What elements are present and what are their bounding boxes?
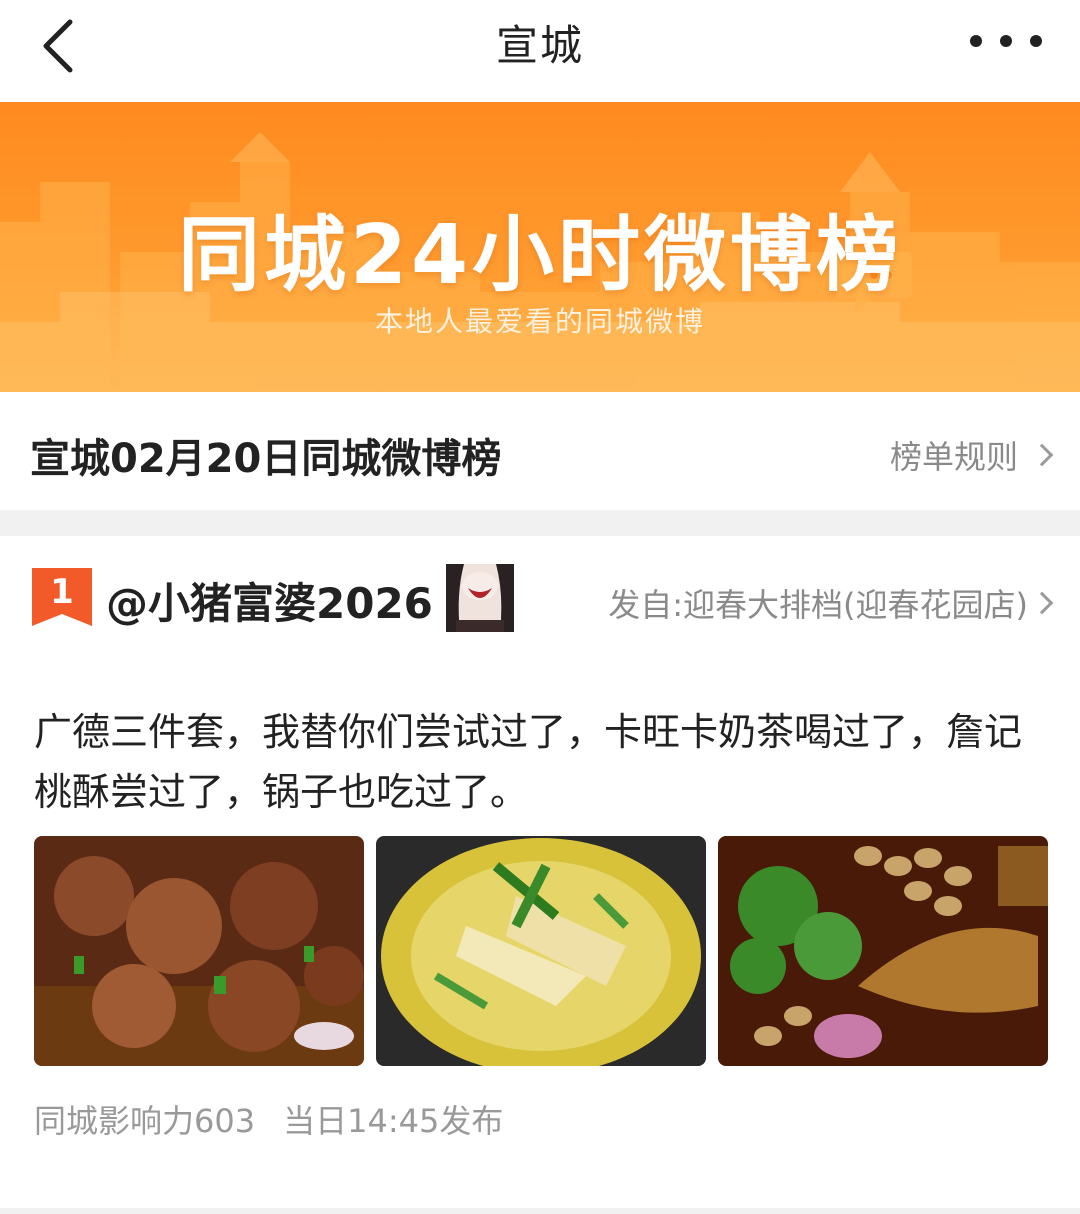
rank-number: 1 [50,572,74,612]
section-title: 宣城02月20日同城微博榜 [30,436,502,482]
chevron-right-icon [1030,591,1054,615]
post-text[interactable]: 广德三件套，我替你们尝试过了，卡旺卡奶茶喝过了，詹记桃酥尝过了，锅子也吃过了。 [34,702,1054,822]
post-meta: 同城影响力603 当日14:45发布 [34,1096,503,1142]
location-label: 发自:迎春大排档(迎春花园店) [608,586,1028,624]
publish-time: 当日14:45发布 [283,1102,504,1140]
top-nav-bar: 宣城 [0,0,1080,102]
username-link[interactable]: @小猪富婆2026 [106,570,433,631]
rank-badge: 1 [30,566,94,630]
chevron-right-icon [1030,443,1054,467]
avatar[interactable] [446,564,514,632]
page-title: 宣城 [495,21,584,70]
rules-link[interactable]: 榜单规则 [889,432,1054,478]
banner-subtitle: 本地人最爱看的同城微博 [374,305,705,338]
ranking-banner: 同城24小时微博榜 本地人最爱看的同城微博 [0,102,1080,392]
ranking-section-header: 宣城02月20日同城微博榜 榜单规则 [0,392,1080,510]
bottom-divider [0,1208,1080,1214]
ranking-post-card[interactable]: 1 @小猪富婆2026 发自:迎春大排档(迎春花园店) 广德三件套，我替你们尝试… [0,536,1080,1208]
bamboo-shoot-soup-photo[interactable] [376,836,706,1066]
influence-score: 同城影响力603 [34,1102,256,1140]
fish-with-peanuts-photo[interactable] [718,836,1048,1066]
more-dots-icon[interactable] [970,26,1042,56]
rules-label: 榜单规则 [889,438,1018,476]
photo-grid [34,836,1048,1066]
braised-pork-ribs-photo[interactable] [34,836,364,1066]
location-link[interactable]: 发自:迎春大排档(迎春花园店) [608,580,1054,626]
banner-title: 同城24小时微博榜 [177,208,903,303]
section-divider [0,510,1080,536]
